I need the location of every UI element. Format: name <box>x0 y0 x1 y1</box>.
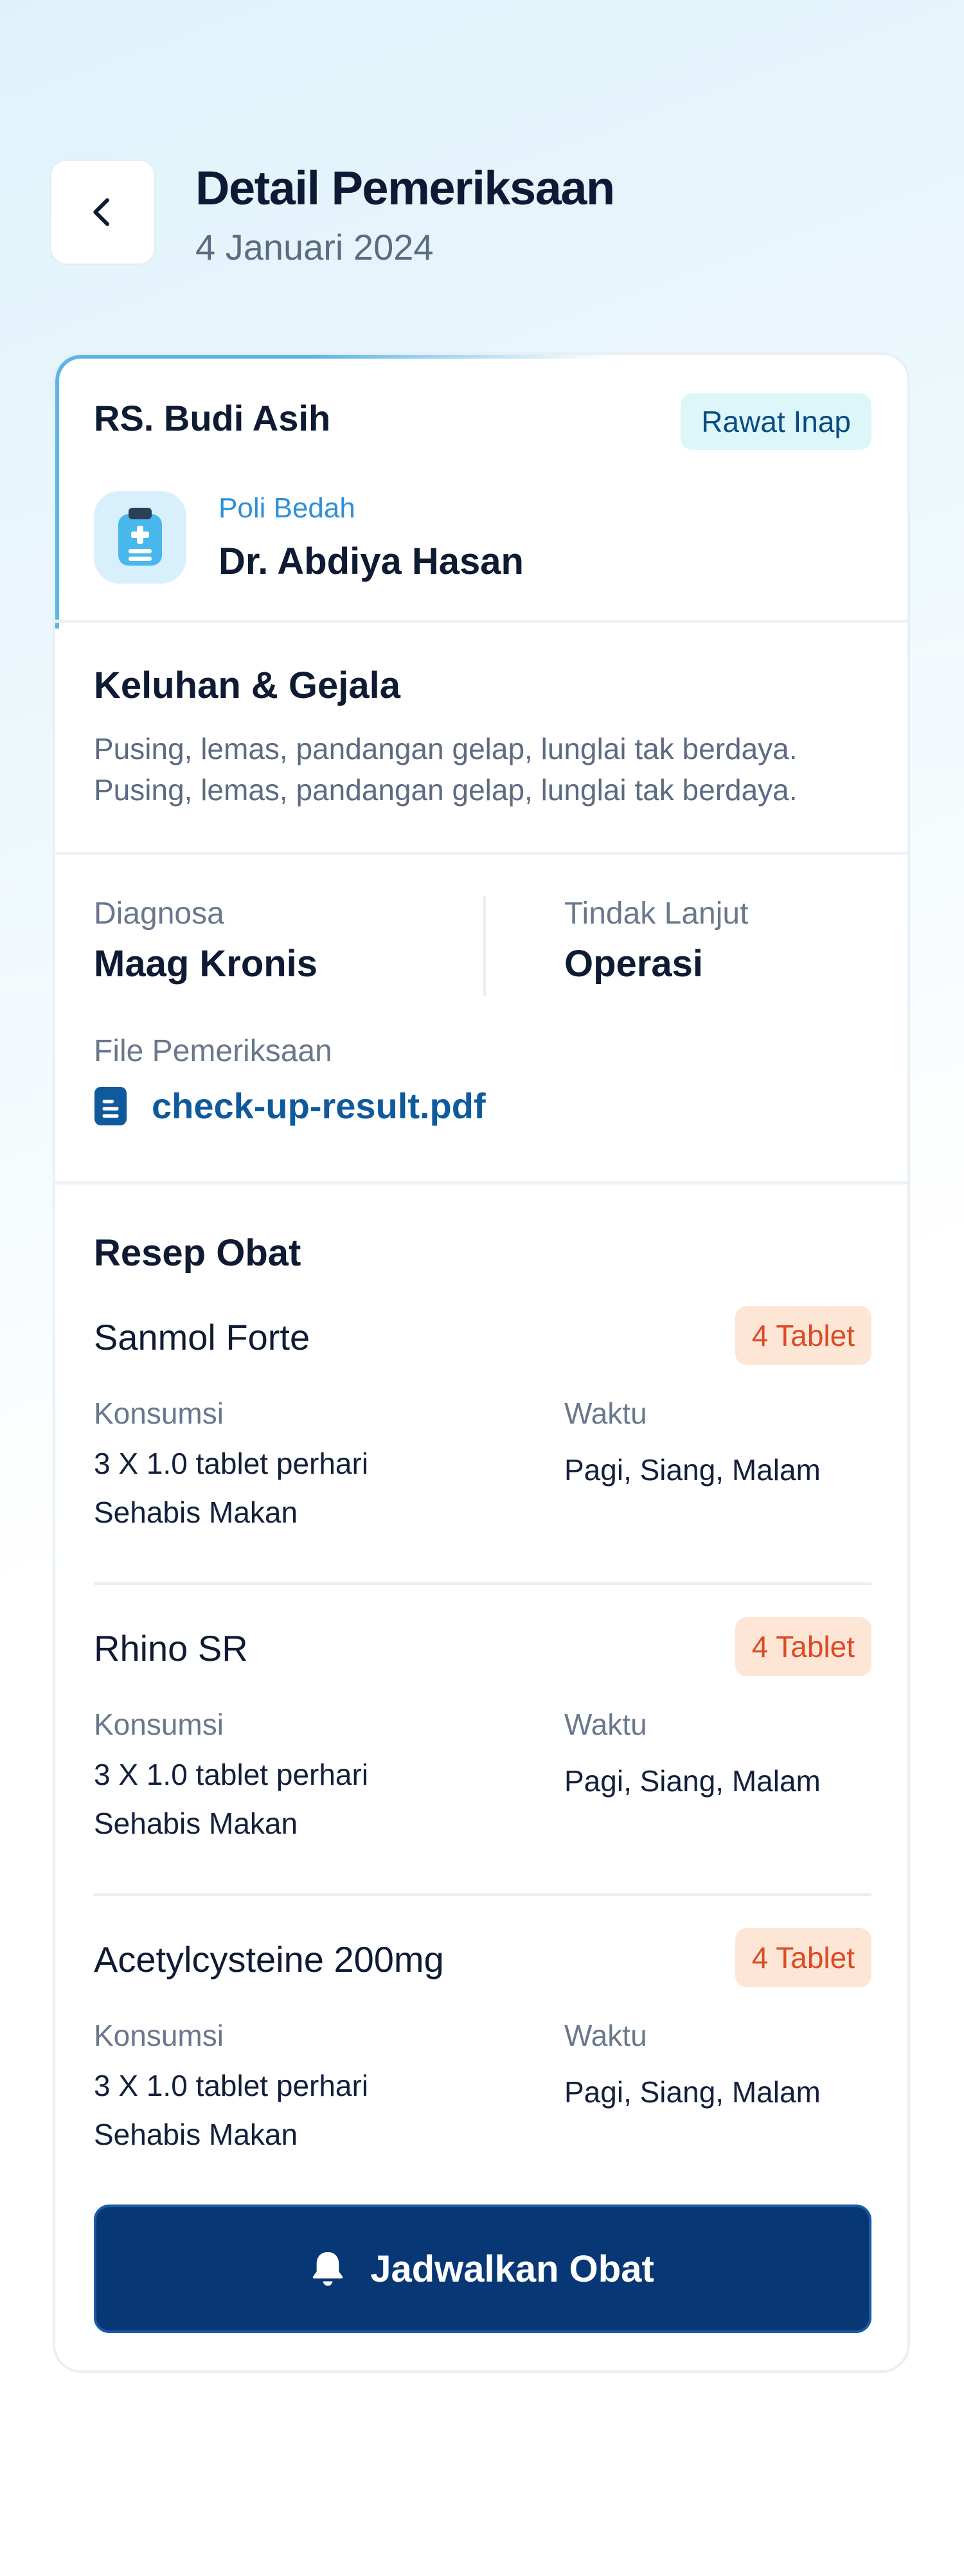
medical-clipboard-icon <box>94 491 186 584</box>
medicine-name: Acetylcysteine 200mg <box>94 1939 444 1980</box>
vertical-divider <box>483 896 486 996</box>
consume-label: Konsumsi <box>94 1708 224 1741</box>
consume-label: Konsumsi <box>94 2019 224 2052</box>
meal-timing-text: Sehabis Makan <box>94 2118 298 2151</box>
dosage-text: 3 X 1.0 tablet perhari <box>94 2069 369 2102</box>
section-divider <box>55 1181 907 1185</box>
page-date: 4 Januari 2024 <box>195 227 434 267</box>
department-label: Poli Bedah <box>219 492 355 524</box>
complaint-text-2: Pusing, lemas, pandangan gelap, lunglai … <box>94 773 798 807</box>
page-title: Detail Pemeriksaan <box>195 161 615 215</box>
followup-label: Tindak Lanjut <box>564 897 749 931</box>
examination-card: RS. Budi Asih Rawat Inap Poli Bedah Dr. … <box>53 352 910 2373</box>
hospital-name: RS. Budi Asih <box>94 398 331 438</box>
dosage-text: 3 X 1.0 tablet perhari <box>94 1447 369 1480</box>
back-button[interactable] <box>50 159 156 265</box>
complaint-text-1: Pusing, lemas, pandangan gelap, lunglai … <box>94 732 798 765</box>
followup-value: Operasi <box>564 943 703 985</box>
medicine-name: Rhino SR <box>94 1628 248 1668</box>
doctor-name: Dr. Abdiya Hasan <box>219 541 524 582</box>
time-label: Waktu <box>564 2019 647 2052</box>
schedule-medicine-label: Jadwalkan Obat <box>370 2248 654 2290</box>
schedule-text: Pagi, Siang, Malam <box>564 2075 821 2109</box>
bell-icon <box>313 2252 343 2286</box>
schedule-medicine-button[interactable]: Jadwalkan Obat <box>94 2205 871 2333</box>
page-header: Detail Pemeriksaan 4 Januari 2024 <box>50 159 914 269</box>
visit-section: RS. Budi Asih Rawat Inap Poli Bedah Dr. … <box>55 355 907 620</box>
quantity-badge: 4 Tablet <box>735 1928 871 1987</box>
complaint-section: Keluhan & Gejala Pusing, lemas, pandanga… <box>55 623 907 852</box>
diagnosis-label: Diagnosa <box>94 897 224 931</box>
file-label: File Pemeriksaan <box>94 1034 332 1068</box>
item-separator <box>94 1582 871 1585</box>
medicine-item: Acetylcysteine 200mg 4 Tablet Konsumsi 3… <box>55 1928 907 2221</box>
file-link[interactable]: check-up-result.pdf <box>94 1085 486 1127</box>
medicine-item: Sanmol Forte 4 Tablet Konsumsi 3 X 1.0 t… <box>55 1306 907 1599</box>
item-separator <box>94 1893 871 1896</box>
complaint-title: Keluhan & Gejala <box>94 665 401 706</box>
diagnosis-section: Diagnosa Maag Kronis Tindak Lanjut Opera… <box>55 855 907 1181</box>
quantity-badge: 4 Tablet <box>735 1617 871 1676</box>
medicine-name: Sanmol Forte <box>94 1317 310 1357</box>
file-name: check-up-result.pdf <box>152 1086 486 1126</box>
time-label: Waktu <box>564 1397 647 1430</box>
diagnosis-value: Maag Kronis <box>94 943 318 985</box>
visit-type-badge: Rawat Inap <box>681 393 871 450</box>
schedule-text: Pagi, Siang, Malam <box>564 1764 821 1798</box>
meal-timing-text: Sehabis Makan <box>94 1496 298 1529</box>
quantity-badge: 4 Tablet <box>735 1306 871 1365</box>
time-label: Waktu <box>564 1708 647 1741</box>
document-icon <box>94 1086 127 1125</box>
medicine-item: Rhino SR 4 Tablet Konsumsi 3 X 1.0 table… <box>55 1617 907 1910</box>
schedule-text: Pagi, Siang, Malam <box>564 1453 821 1487</box>
chevron-left-icon <box>93 198 110 226</box>
consume-label: Konsumsi <box>94 1397 224 1430</box>
meal-timing-text: Sehabis Makan <box>94 1807 298 1840</box>
dosage-text: 3 X 1.0 tablet perhari <box>94 1758 369 1791</box>
prescription-title: Resep Obat <box>94 1232 301 1274</box>
